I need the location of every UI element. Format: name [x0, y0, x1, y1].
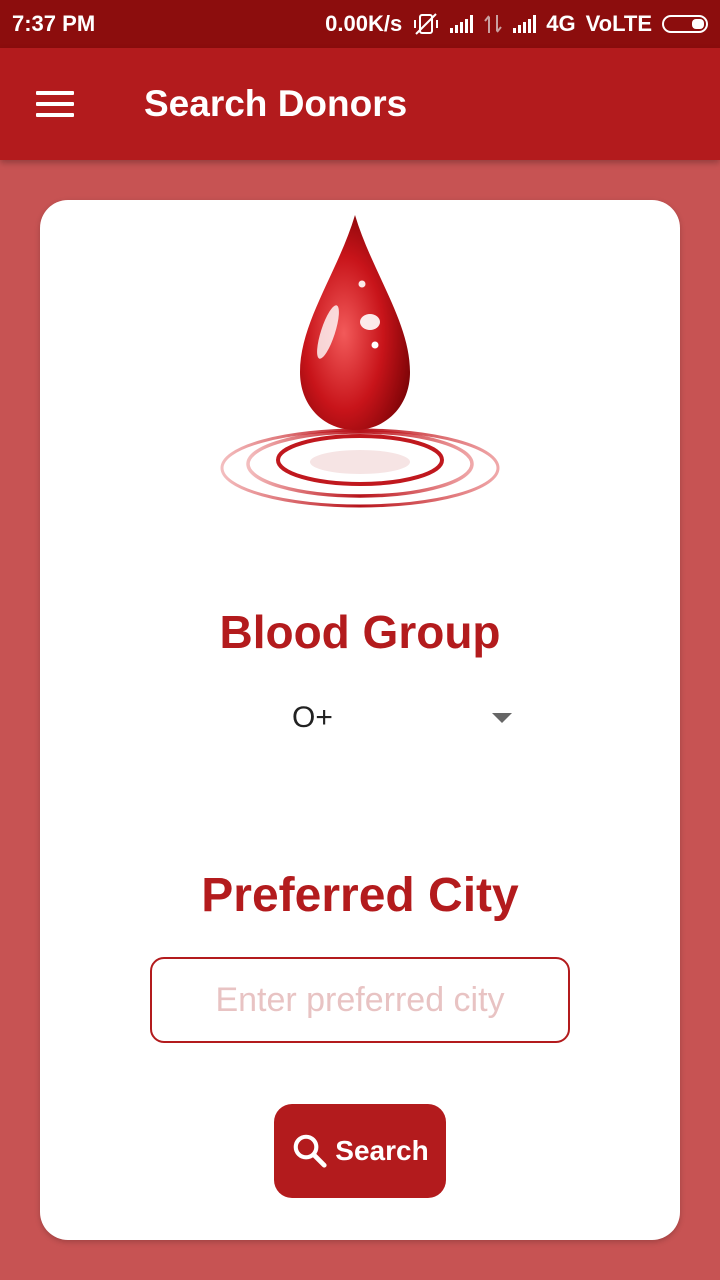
- city-input[interactable]: [150, 957, 570, 1043]
- blood-group-value: O+: [292, 701, 333, 734]
- status-icons: 0.00K/s 4G VoLTE: [325, 11, 708, 37]
- network-type: 4G: [546, 11, 576, 36]
- vibrate-off-icon: [414, 13, 439, 35]
- network-speed: 0.00K/s: [325, 11, 403, 36]
- status-bar: 7:37 PM 0.00K/s 4G VoLTE: [0, 0, 720, 48]
- search-button-label: Search: [335, 1135, 429, 1166]
- volte-label: VoLTE: [585, 11, 652, 36]
- blood-group-label: Blood Group: [219, 606, 501, 658]
- app-bar: Search Donors: [0, 48, 720, 160]
- chevron-down-icon: [492, 713, 512, 723]
- search-card: Blood Group O+ Preferred City Search: [40, 200, 680, 1240]
- battery-icon: [662, 15, 708, 33]
- signal-icon: [513, 15, 537, 33]
- data-arrows-icon: [484, 15, 503, 33]
- page-title: Search Donors: [144, 83, 408, 124]
- blood-group-select[interactable]: O+: [282, 690, 512, 746]
- hamburger-menu-icon[interactable]: [36, 84, 76, 124]
- search-button[interactable]: Search: [274, 1104, 446, 1198]
- status-time: 7:37 PM: [12, 11, 96, 36]
- preferred-city-label: Preferred City: [201, 869, 519, 922]
- signal-icon: [450, 15, 474, 33]
- blood-drop-icon: [220, 215, 500, 508]
- search-icon: [293, 1134, 327, 1168]
